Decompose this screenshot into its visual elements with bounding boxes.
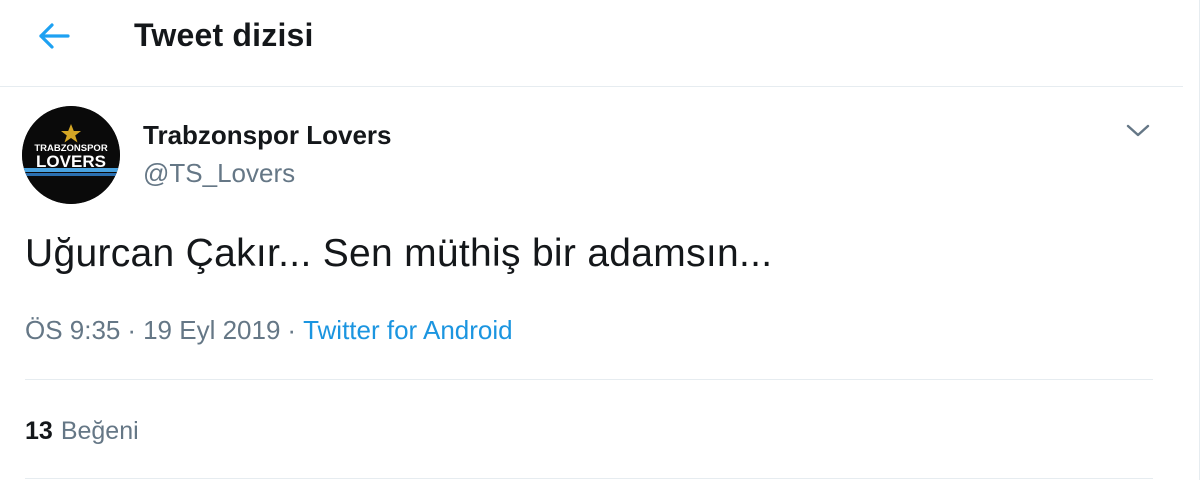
page-title: Tweet dizisi [134, 17, 314, 53]
avatar[interactable]: TRABZONSPOR LOVERS [22, 106, 120, 204]
author-name[interactable]: Trabzonspor Lovers [143, 120, 392, 151]
author-handle[interactable]: @TS_Lovers [143, 158, 295, 189]
page-header: Tweet dizisi [0, 0, 1183, 87]
tweet-menu-button[interactable] [1120, 118, 1156, 148]
avatar-text-bottom: LOVERS [36, 152, 106, 171]
tweet-source-link[interactable]: Twitter for Android [303, 315, 513, 345]
divider [25, 379, 1153, 380]
tweet-metadata: ÖS 9:35 · 19 Eyl 2019 · Twitter for Android [25, 315, 513, 346]
tweet-text: Uğurcan Çakır... Sen müthiş bir adamsın.… [25, 232, 773, 275]
likes-label: Beğeni [60, 417, 139, 445]
separator: · [287, 315, 297, 345]
tweet-time[interactable]: ÖS 9:35 [25, 315, 120, 345]
divider [25, 478, 1153, 479]
tweet-date[interactable]: 19 Eyl 2019 [143, 315, 280, 345]
tweet-detail-page: Tweet dizisi TRABZONSPOR LOVERS Trabzons… [0, 0, 1200, 480]
chevron-down-icon [1125, 123, 1151, 144]
arrow-left-icon [37, 21, 71, 51]
likes-count: 13 [25, 417, 53, 445]
separator: · [127, 315, 137, 345]
back-button[interactable] [34, 16, 74, 56]
likes-stat[interactable]: 13 Beğeni [25, 417, 139, 446]
